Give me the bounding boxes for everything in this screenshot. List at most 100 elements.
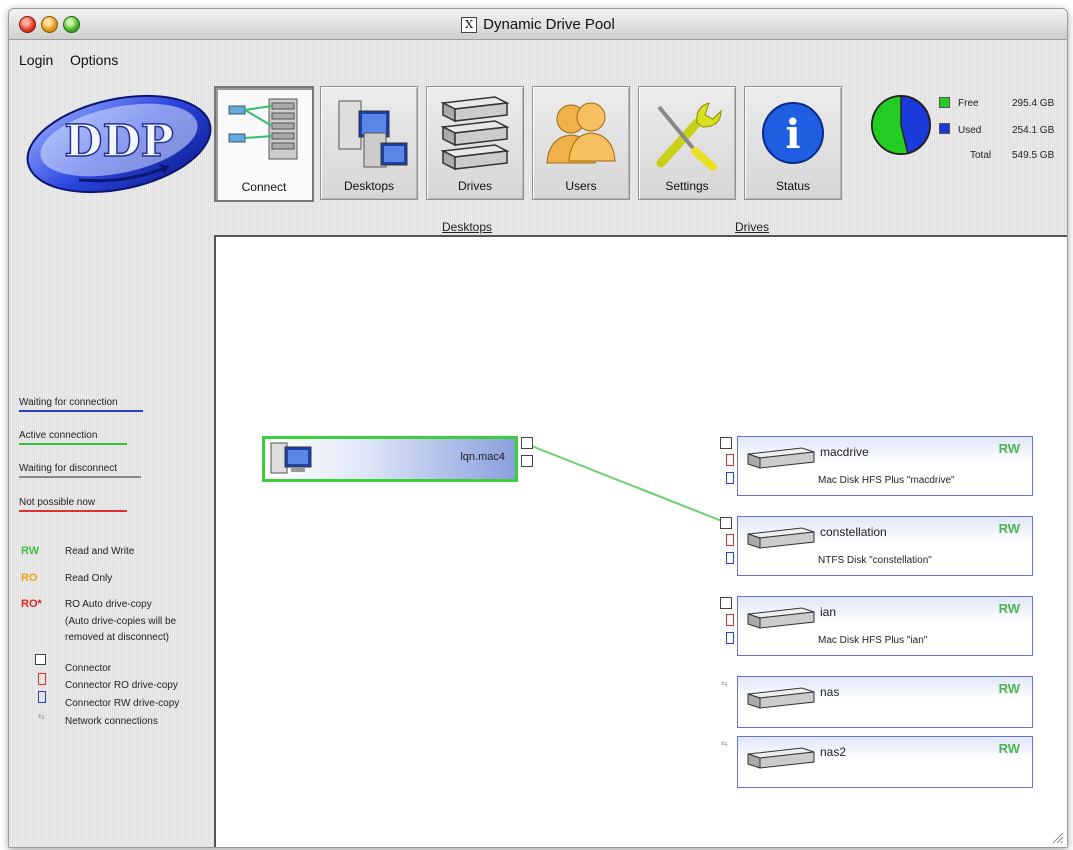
drive-name: nas <box>820 685 840 699</box>
drive-connector-macdrive[interactable] <box>720 437 732 449</box>
drive-connector-constellation[interactable] <box>720 517 732 529</box>
drive-access: RW <box>998 741 1020 756</box>
connect-button[interactable]: Connect <box>214 86 314 202</box>
menu-options[interactable]: Options <box>70 52 118 68</box>
drive-node-constellation[interactable]: constellation RW NTFS Disk "constellatio… <box>737 516 1033 576</box>
ro-copy-connector-macdrive[interactable] <box>726 454 734 466</box>
info-icon: i <box>762 102 824 164</box>
hard-drive-icon <box>747 447 815 469</box>
connect-label: Connect <box>241 180 287 194</box>
drive-node-ian[interactable]: ian RW Mac Disk HFS Plus "ian" <box>737 596 1033 656</box>
users-button[interactable]: Users <box>532 86 630 200</box>
desktops-label: Desktops <box>343 179 395 193</box>
legend-ro-auto-note-1: (Auto drive-copies will be <box>65 616 177 627</box>
hard-drive-icon <box>747 607 815 629</box>
total-label: Total <box>970 150 992 161</box>
users-label: Users <box>565 179 597 193</box>
drives-icon <box>440 96 510 171</box>
legend-ro-auto-label: RO Auto drive-copy <box>65 599 152 610</box>
drive-node-macdrive[interactable]: macdrive RW Mac Disk HFS Plus "macdrive" <box>737 436 1033 496</box>
desktops-section-label: Desktops <box>442 220 493 234</box>
free-label: Free <box>958 98 979 109</box>
menu-bar: Login Options <box>9 40 1067 70</box>
legend-connector-ro: Connector RO drive-copy <box>65 680 178 691</box>
hard-drive-icon <box>747 747 815 769</box>
desktop-node[interactable]: lqn.mac4 <box>262 436 518 482</box>
desktop-computer-icon <box>270 442 312 474</box>
settings-button[interactable]: Settings <box>638 86 736 200</box>
drive-description: NTFS Disk "constellation" <box>818 555 932 566</box>
desktops-icon <box>338 100 408 168</box>
desktop-connector-2[interactable] <box>521 455 533 467</box>
settings-label: Settings <box>665 179 709 193</box>
ro-copy-connector-ian[interactable] <box>726 614 734 626</box>
used-label: Used <box>958 125 982 136</box>
legend-connector: Connector <box>65 663 112 674</box>
storage-pie-chart <box>869 93 949 173</box>
legend-connector-rw: Connector RW drive-copy <box>65 698 180 709</box>
legend-ro-label: Read Only <box>65 573 113 584</box>
network-icon-nas2: ⇆ <box>721 739 728 748</box>
legend-waiting-connection: Waiting for connection <box>19 397 143 412</box>
legend-rw-label: Read and Write <box>65 546 135 557</box>
window-title-text: Dynamic Drive Pool <box>483 16 615 33</box>
drive-name: constellation <box>820 525 887 539</box>
drive-node-nas[interactable]: nas RW <box>737 676 1033 728</box>
legend-rw-tag: RW <box>21 545 40 557</box>
drive-name: ian <box>820 605 837 619</box>
app-window: X Dynamic Drive Pool Login Options DDP C… <box>8 8 1068 848</box>
drive-name: nas2 <box>820 745 847 759</box>
status-label: Status <box>775 179 811 193</box>
drive-access: RW <box>998 521 1020 536</box>
desktop-name: lqn.mac4 <box>460 451 505 463</box>
legend-active-connection: Active connection <box>19 430 127 445</box>
legend-ro-tag: RO <box>21 572 38 584</box>
ddp-logo: DDP <box>19 84 219 199</box>
desktop-connector-1[interactable] <box>521 437 533 449</box>
connector-ro-copy-icon <box>38 673 46 685</box>
drives-label: Drives <box>457 179 492 193</box>
menu-login[interactable]: Login <box>19 52 53 68</box>
resize-grip-icon[interactable] <box>1050 830 1064 844</box>
rw-copy-connector-constellation[interactable] <box>726 552 734 564</box>
drive-node-nas2[interactable]: nas2 RW <box>737 736 1033 788</box>
users-icon <box>546 102 616 164</box>
connector-rw-copy-icon <box>38 691 46 703</box>
legend-waiting-disconnect: Waiting for disconnect <box>19 463 141 478</box>
x11-icon: X <box>461 17 478 33</box>
legend-ro-auto-note-2: removed at disconnect) <box>65 632 169 643</box>
drive-access: RW <box>998 441 1020 456</box>
drive-name: macdrive <box>820 445 869 459</box>
rw-copy-connector-ian[interactable] <box>726 632 734 644</box>
legend-network: Network connections <box>65 716 158 727</box>
drive-description: Mac Disk HFS Plus "ian" <box>818 635 928 646</box>
total-value: 549.5 GB <box>1012 150 1055 161</box>
hard-drive-icon <box>747 527 815 549</box>
settings-icon <box>656 102 722 171</box>
drives-section-label: Drives <box>735 220 770 234</box>
drive-access: RW <box>998 681 1020 696</box>
drives-button[interactable]: Drives <box>426 86 524 200</box>
drive-description: Mac Disk HFS Plus "macdrive" <box>818 475 955 486</box>
logo-text: DDP <box>64 116 173 167</box>
rw-copy-connector-macdrive[interactable] <box>726 472 734 484</box>
free-swatch <box>939 97 950 108</box>
ro-copy-connector-constellation[interactable] <box>726 534 734 546</box>
drive-connector-ian[interactable] <box>720 597 732 609</box>
desktops-button[interactable]: Desktops <box>320 86 418 200</box>
used-value: 254.1 GB <box>1012 125 1055 136</box>
network-connection-icon: ⇆ <box>38 712 45 721</box>
hard-drive-icon <box>747 687 815 709</box>
window-title: X Dynamic Drive Pool <box>9 16 1067 33</box>
legend-ro-auto-tag: RO* <box>21 598 42 610</box>
svg-text:i: i <box>785 111 800 158</box>
used-swatch <box>939 123 950 134</box>
free-value: 295.4 GB <box>1012 98 1055 109</box>
connector-icon <box>35 654 46 665</box>
connect-icon <box>228 98 298 160</box>
drive-access: RW <box>998 601 1020 616</box>
title-bar: X Dynamic Drive Pool <box>9 9 1067 40</box>
legend-not-possible: Not possible now <box>19 497 127 512</box>
network-icon-nas: ⇆ <box>721 679 728 688</box>
status-button[interactable]: i Status <box>744 86 842 200</box>
